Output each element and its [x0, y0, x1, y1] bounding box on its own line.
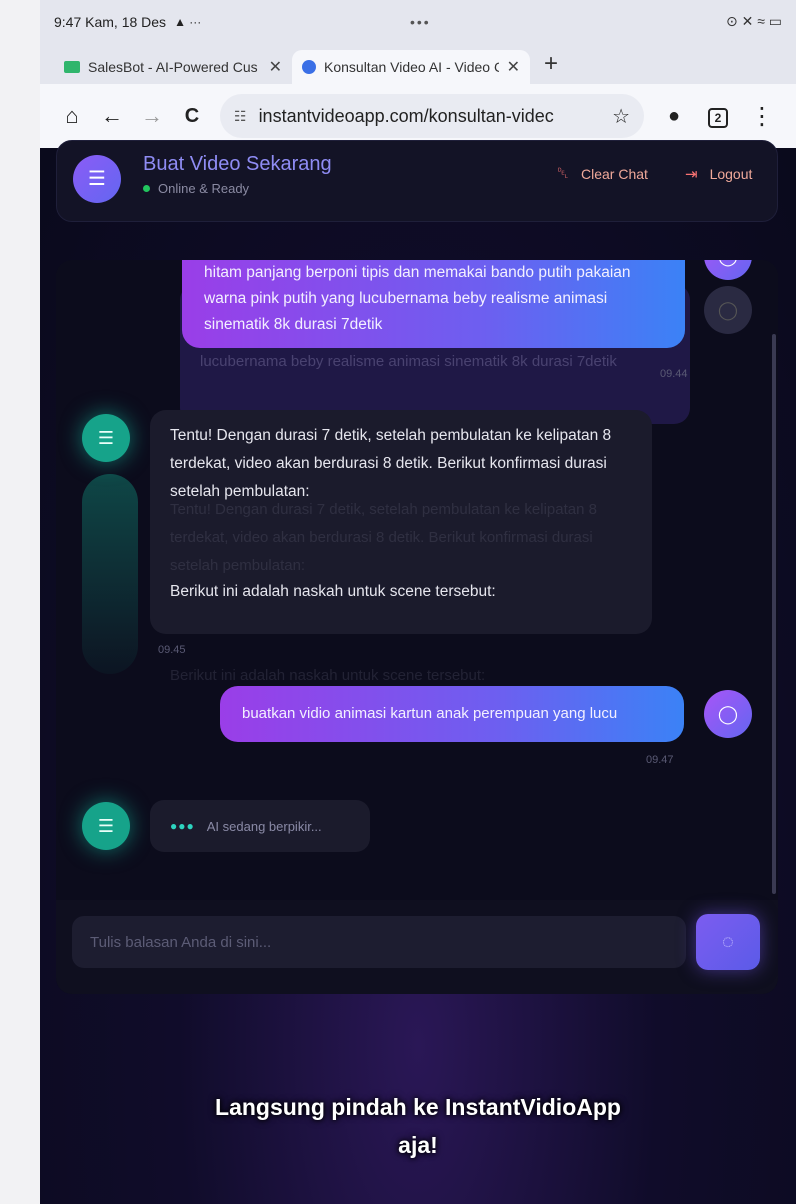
logout-button[interactable]: ⇥ Logout [685, 165, 752, 183]
address-bar: ⌂ ← → C ☷ instantvideoapp.com/konsultan-… [40, 84, 796, 148]
video-caption: Langsung pindah ke InstantVidioApp aja! [40, 1088, 796, 1164]
chat-panel[interactable]: Wanita karakter kartun perempuan berambu… [56, 260, 778, 994]
tab-label: Konsultan Video AI - Video C [324, 59, 499, 75]
user-avatar: ◯ [704, 260, 752, 280]
page-title: Buat Video Sekarang [143, 153, 332, 175]
status-bar: 9:47 Kam, 18 Des ▲ ··· ••• ⊙ ✕ ≈ ▭ [40, 0, 796, 44]
robot-icon: ☰ [88, 168, 106, 190]
logout-icon: ⇥ [685, 166, 698, 183]
device-screen: 9:47 Kam, 18 Des ▲ ··· ••• ⊙ ✕ ≈ ▭ Sales… [40, 0, 796, 1204]
typing-label: AI sedang berpikir... [206, 818, 322, 834]
user-icon: ◯ [717, 704, 739, 724]
robot-icon: ☰ [97, 428, 115, 448]
new-tab-button[interactable]: + [544, 50, 558, 78]
typing-dots-icon: ●●● [170, 819, 195, 833]
user-avatar: ◯ [704, 690, 752, 738]
logout-label: Logout [709, 166, 753, 182]
home-icon[interactable]: ⌂ [52, 103, 92, 129]
tab-close-icon[interactable]: ✕ [507, 57, 520, 77]
send-button[interactable]: ◌ [696, 914, 760, 970]
site-settings-icon[interactable]: ☷ [234, 108, 247, 125]
reload-icon[interactable]: C [172, 105, 212, 128]
bot-avatar: ☰ [82, 414, 130, 462]
browser-menu-icon[interactable]: ⋮ [740, 102, 784, 131]
message-timestamp: 09.44 [660, 368, 688, 380]
clear-chat-label: Clear Chat [581, 165, 648, 182]
bot-message-text-2: Berikut ini adalah naskah untuk scene te… [170, 583, 496, 600]
tab-salesbot[interactable]: SalesBot - AI-Powered Cus ✕ [54, 50, 292, 84]
browser-tab-bar: SalesBot - AI-Powered Cus ✕ Konsultan Vi… [40, 44, 796, 84]
loading-spinner-icon: ◌ [722, 931, 734, 953]
forward-icon[interactable]: → [132, 103, 172, 129]
status-notification-icons: ▲ ··· [174, 15, 202, 29]
chat-input-row: ◌ [56, 900, 778, 994]
bot-message-ghost: Tentu! Dengan durasi 7 detik, setelah pe… [170, 501, 597, 574]
bot-avatar: ☰ [82, 802, 130, 850]
user-icon: ◯ [718, 260, 738, 266]
user-message-text: hitam panjang berponi tipis dan memakai … [204, 264, 631, 333]
tab-count: 2 [708, 107, 728, 128]
user-message: buatkan vidio animasi kartun anak peremp… [220, 686, 684, 742]
message-timestamp: 09.45 [158, 644, 186, 656]
user-icon: ◯ [717, 300, 739, 320]
clear-chat-button[interactable]: ␡ Clear Chat [557, 165, 648, 182]
url-text[interactable]: instantvideoapp.com/konsultan-videc [259, 106, 603, 127]
message-timestamp: 09.47 [646, 754, 674, 766]
online-status: Online & Ready [143, 181, 249, 196]
bot-avatar: ☰ [73, 155, 121, 203]
caption-line-1: Langsung pindah ke InstantVidioApp [215, 1094, 621, 1120]
salesbot-favicon-icon [64, 61, 80, 73]
user-message-text: buatkan vidio animasi kartun anak peremp… [242, 705, 618, 722]
chat-header: ☰ Buat Video Sekarang Online & Ready ␡ C… [56, 140, 778, 222]
trash-icon: ␡ [557, 165, 570, 182]
bot-avatar-glow [82, 474, 138, 674]
user-avatar-ghost: ◯ [704, 286, 752, 334]
status-system-icons: ⊙ ✕ ≈ ▭ [725, 13, 782, 29]
bookmark-star-icon[interactable]: ☆ [612, 104, 630, 129]
user-message: hitam panjang berponi tipis dan memakai … [182, 260, 685, 348]
status-time-date: 9:47 Kam, 18 Des [54, 14, 167, 30]
bot-message-text: Tentu! Dengan durasi 7 detik, setelah pe… [170, 427, 612, 500]
instantvideo-favicon-icon [302, 60, 316, 74]
tab-close-icon[interactable]: ✕ [269, 57, 282, 77]
back-icon[interactable]: ← [92, 103, 132, 129]
tab-konsultan-video[interactable]: Konsultan Video AI - Video C ✕ [292, 50, 530, 84]
caption-line-2: aja! [398, 1132, 438, 1158]
online-dot-icon [143, 185, 150, 192]
tab-switcher-button[interactable]: 2 [696, 105, 740, 128]
chat-scrollbar[interactable] [772, 334, 776, 894]
status-center-dots: ••• [410, 14, 431, 30]
url-field[interactable]: ☷ instantvideoapp.com/konsultan-videc ☆ [220, 94, 644, 138]
page-content: ☰ Buat Video Sekarang Online & Ready ␡ C… [40, 140, 796, 1204]
typing-indicator: ●●● AI sedang berpikir... [150, 800, 370, 852]
tab-label: SalesBot - AI-Powered Cus [88, 59, 258, 75]
microphone-icon[interactable]: ● [652, 105, 696, 128]
online-status-label: Online & Ready [158, 181, 250, 196]
message-input[interactable] [72, 916, 686, 968]
robot-icon: ☰ [97, 816, 115, 836]
